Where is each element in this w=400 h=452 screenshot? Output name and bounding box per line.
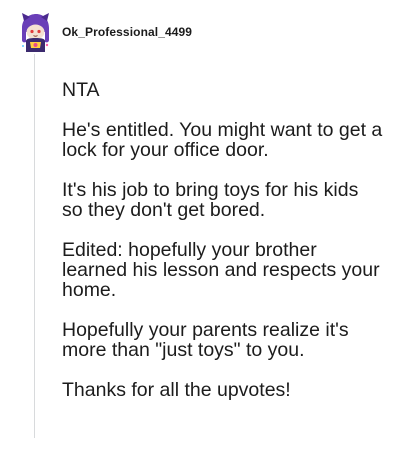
comment-paragraph: Hopefully your parents realize it's more… (62, 319, 349, 361)
author-username[interactable]: Ok_Professional_4499 (62, 25, 192, 39)
thread-line[interactable] (34, 54, 35, 438)
comment-paragraph: He's entitled. You might want to get a l… (62, 119, 383, 161)
comment-paragraph: It's his job to bring toys for his kids … (62, 179, 359, 221)
comment-paragraph: Thanks for all the upvotes! (62, 379, 291, 401)
comment-header: Ok_Professional_4499 (18, 12, 192, 52)
comment-paragraph: Edited: hopefully your brother learned h… (62, 239, 380, 301)
snoo-avatar-icon (22, 13, 49, 52)
comment-paragraph: NTA (62, 79, 100, 101)
user-avatar[interactable] (18, 12, 52, 52)
comment-body: NTA He's entitled. You might want to get… (62, 80, 384, 400)
